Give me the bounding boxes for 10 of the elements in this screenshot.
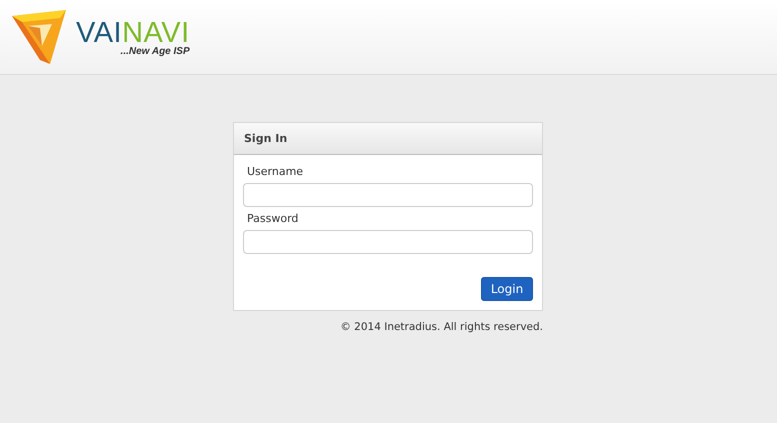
logo-tagline: ...New Age ISP bbox=[120, 46, 190, 56]
copyright-text: © 2014 Inetradius. All rights reserved. bbox=[340, 321, 543, 333]
input-field[interactable] bbox=[243, 230, 533, 254]
field-label: Username bbox=[247, 165, 304, 178]
input-field[interactable] bbox=[243, 183, 533, 207]
logo-icon bbox=[10, 8, 68, 66]
panel-title: Sign In bbox=[244, 132, 288, 145]
logo-wordmark: VAINAVI bbox=[76, 18, 190, 48]
login-button[interactable]: Login bbox=[481, 277, 533, 301]
field-label: Password bbox=[247, 212, 300, 225]
